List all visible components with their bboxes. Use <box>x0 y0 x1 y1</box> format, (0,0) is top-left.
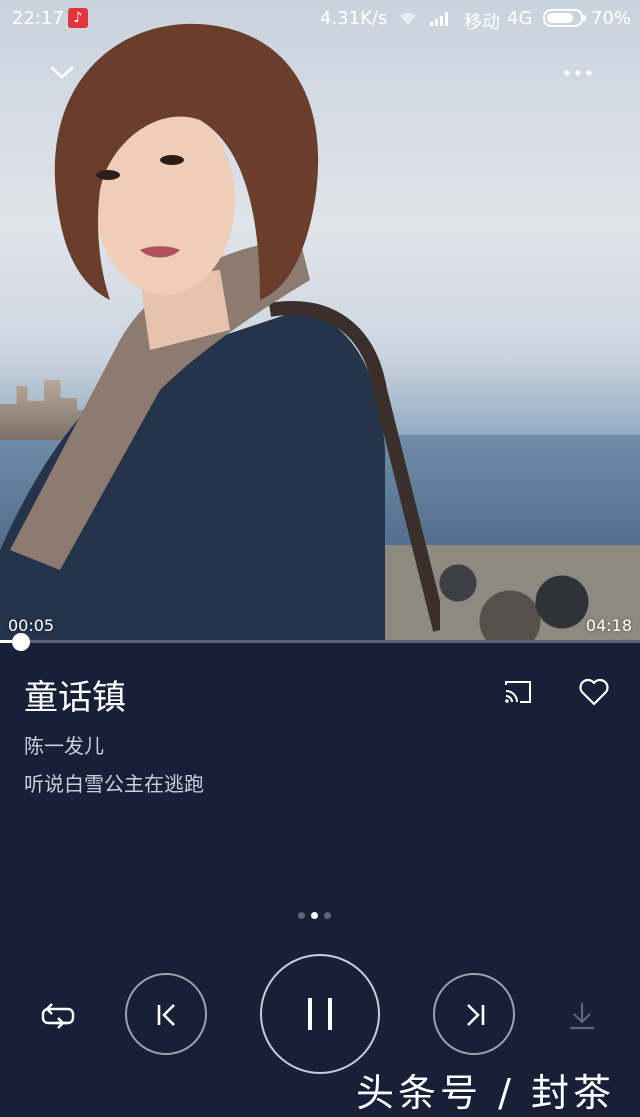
next-button[interactable] <box>433 973 515 1055</box>
previous-button[interactable] <box>125 973 207 1055</box>
cover-person <box>0 23 440 640</box>
page-indicator <box>298 904 337 923</box>
seek-bar[interactable] <box>0 640 640 643</box>
pause-icon <box>308 998 332 1030</box>
watermark: 头条号 / 封茶 <box>356 1071 615 1115</box>
total-duration: 04:18 <box>585 616 632 635</box>
status-network: 4G <box>507 8 533 29</box>
wifi-icon <box>400 12 416 25</box>
song-title: 童话镇 <box>24 678 126 718</box>
seek-bar-fill <box>0 640 13 643</box>
chevron-down-icon[interactable] <box>48 62 76 82</box>
cast-icon[interactable] <box>503 678 533 706</box>
artist-name[interactable]: 陈一发儿 <box>24 730 104 759</box>
page-dot-1[interactable] <box>298 912 305 919</box>
more-dots-icon[interactable] <box>562 68 594 78</box>
page-dot-3[interactable] <box>324 912 331 919</box>
download-icon[interactable] <box>566 1000 598 1032</box>
page-dot-2[interactable] <box>311 912 318 919</box>
next-track-icon <box>467 1004 485 1026</box>
album-cover <box>0 0 640 640</box>
status-battery: 70% <box>591 8 632 29</box>
status-bar: 22:17 ♪ 4.31K/s 移动 4G 70% <box>0 0 640 36</box>
battery-icon <box>543 9 586 27</box>
repeat-icon[interactable] <box>40 1000 76 1030</box>
status-carrier: 移动 <box>464 12 500 33</box>
music-app-icon: ♪ <box>68 8 88 28</box>
seek-bar-thumb[interactable] <box>12 633 31 651</box>
status-net-speed: 4.31K/s <box>320 8 388 29</box>
status-time: 22:17 <box>12 8 64 29</box>
elapsed-time: 00:05 <box>8 616 55 635</box>
previous-track-icon <box>157 1004 175 1026</box>
signal-icon <box>430 12 448 26</box>
heart-icon[interactable] <box>578 678 610 706</box>
lyric-line: 听说白雪公主在逃跑 <box>24 772 204 796</box>
play-pause-button[interactable] <box>260 954 380 1074</box>
